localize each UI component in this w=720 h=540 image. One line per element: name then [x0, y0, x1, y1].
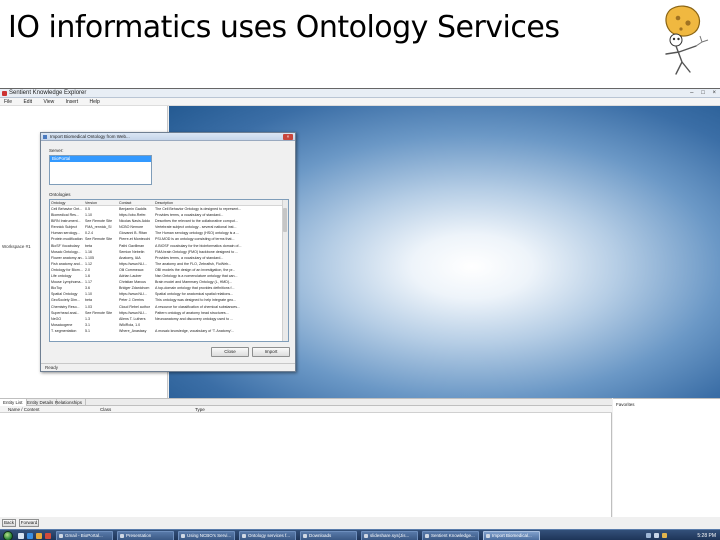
- bottom-tabs: Entity List Entity Details Relationships: [0, 398, 612, 407]
- show-desktop-icon[interactable]: [18, 533, 24, 539]
- taskbar-item[interactable]: Sentient Knowledge...: [422, 531, 479, 540]
- taskbar-item[interactable]: slideshare.sys(Jis...: [361, 531, 418, 540]
- table-row[interactable]: T. segmentation 5.1 Where_Anastasy A mosaic…: [50, 328, 288, 334]
- notification-icon[interactable]: [662, 533, 667, 538]
- taskbar-item-label: slideshare.sys(Jis...: [370, 533, 410, 538]
- taskbar-item[interactable]: Gmail - BioPortal...: [56, 531, 113, 540]
- server-item-selected[interactable]: BioPortal: [50, 156, 151, 162]
- dialog-icon: [43, 135, 47, 139]
- network-icon[interactable]: [646, 533, 651, 538]
- taskbar-item[interactable]: Presentation: [117, 531, 174, 540]
- window-icon: [486, 534, 490, 538]
- taskbar: Gmail - BioPortal... Presentation Using NC…: [0, 529, 720, 540]
- window-icon: [120, 534, 124, 538]
- column-header-name[interactable]: Name / Content: [8, 406, 40, 413]
- taskbar-item-label: Using NCBO's Servi...: [187, 533, 232, 538]
- ontology-rows: Cell Behavior Ont... 0.5 Benjamin Gaddis Th…: [50, 206, 288, 334]
- column-header-ontology[interactable]: Ontology: [50, 200, 84, 205]
- cell-contact: Where_Anastasy: [119, 328, 147, 333]
- window-icon: [59, 534, 63, 538]
- forward-button[interactable]: Forward: [19, 519, 39, 527]
- app-titlebar: Sentient Knowledge Explorer – □ ×: [0, 89, 720, 98]
- cell-description: A mosaic knowledge, vocabulary of 'T. An…: [155, 328, 235, 333]
- taskbar-item-label: Ontology services f...: [248, 533, 291, 538]
- dialog-title: Import Biomedical Ontology from Web...: [50, 134, 130, 139]
- column-header-type[interactable]: Type: [195, 406, 205, 413]
- dialog-close-button[interactable]: ×: [283, 134, 293, 140]
- taskbar-item[interactable]: Ontology services f...: [239, 531, 296, 540]
- clock: 5:28 PM: [697, 533, 716, 539]
- column-header-class[interactable]: Class: [100, 406, 111, 413]
- column-header-version[interactable]: Version: [84, 200, 118, 205]
- dialog-status: Ready: [41, 363, 295, 371]
- window-icon: [242, 534, 246, 538]
- close-button[interactable]: Close: [211, 347, 249, 357]
- start-button[interactable]: [3, 531, 13, 540]
- browser-icon[interactable]: [27, 533, 33, 539]
- maximize-button[interactable]: □: [701, 90, 705, 96]
- left-pane-label: Workspace #1: [2, 244, 31, 249]
- ontologies-label: Ontologies: [49, 192, 71, 197]
- taskbar-item-label: Import Biomedical...: [492, 533, 532, 538]
- server-label: Server:: [49, 148, 64, 153]
- mascot-icon: [665, 5, 709, 75]
- window-icon: [181, 534, 185, 538]
- menu-view[interactable]: View: [43, 99, 54, 105]
- window-controls: – □ ×: [684, 89, 716, 98]
- menu-insert[interactable]: Insert: [66, 99, 79, 105]
- column-header-description[interactable]: Description: [154, 200, 282, 205]
- media-icon[interactable]: [45, 533, 51, 539]
- slide-title: IO informatics uses Ontology Services: [8, 10, 560, 45]
- folder-icon[interactable]: [36, 533, 42, 539]
- import-button[interactable]: Import: [252, 347, 290, 357]
- minimize-button[interactable]: –: [690, 90, 693, 96]
- app-icon: [2, 91, 7, 96]
- taskbar-item-label: Downloads: [309, 533, 332, 538]
- dialog-titlebar: Import Biomedical Ontology from Web... ×: [41, 133, 295, 141]
- menu-bar: File Edit View Insert Help: [0, 98, 720, 106]
- ontology-scrollbar[interactable]: [282, 200, 288, 341]
- server-list[interactable]: BioPortal: [49, 155, 152, 185]
- volume-icon[interactable]: [654, 533, 659, 538]
- taskbar-item-label: Presentation: [126, 533, 152, 538]
- window-icon: [364, 534, 368, 538]
- window-icon: [303, 534, 307, 538]
- menu-help[interactable]: Help: [90, 99, 100, 105]
- taskbar-item-label: Gmail - BioPortal...: [65, 533, 103, 538]
- entity-grid-header: Name / Content Class Type: [0, 406, 612, 413]
- window-icon: [425, 534, 429, 538]
- close-window-button[interactable]: ×: [712, 90, 716, 96]
- taskbar-item-label: Sentient Knowledge...: [431, 533, 475, 538]
- scrollbar-thumb[interactable]: [283, 208, 287, 232]
- favorites-label: Favorites: [616, 402, 635, 407]
- cell-version: 5.1: [85, 328, 90, 333]
- cell-ontology: T. segmentation: [51, 328, 77, 333]
- app-screenshot: Sentient Knowledge Explorer – □ × File E…: [0, 88, 720, 540]
- app-title: Sentient Knowledge Explorer: [9, 90, 87, 96]
- ontology-table[interactable]: Ontology Version Contact Description Cel…: [49, 199, 289, 342]
- entity-grid[interactable]: Name / Content Class Type: [0, 406, 612, 517]
- menu-edit[interactable]: Edit: [23, 99, 32, 105]
- back-button[interactable]: Back: [2, 519, 16, 527]
- import-ontology-dialog: Import Biomedical Ontology from Web... ×…: [40, 132, 296, 372]
- favorites-pane: Favorites: [613, 398, 720, 517]
- taskbar-item[interactable]: Downloads: [300, 531, 357, 540]
- taskbar-item[interactable]: Using NCBO's Servi...: [178, 531, 235, 540]
- menu-file[interactable]: File: [4, 99, 12, 105]
- column-header-contact[interactable]: Contact: [118, 200, 154, 205]
- taskbar-item[interactable]: Import Biomedical...: [483, 531, 540, 540]
